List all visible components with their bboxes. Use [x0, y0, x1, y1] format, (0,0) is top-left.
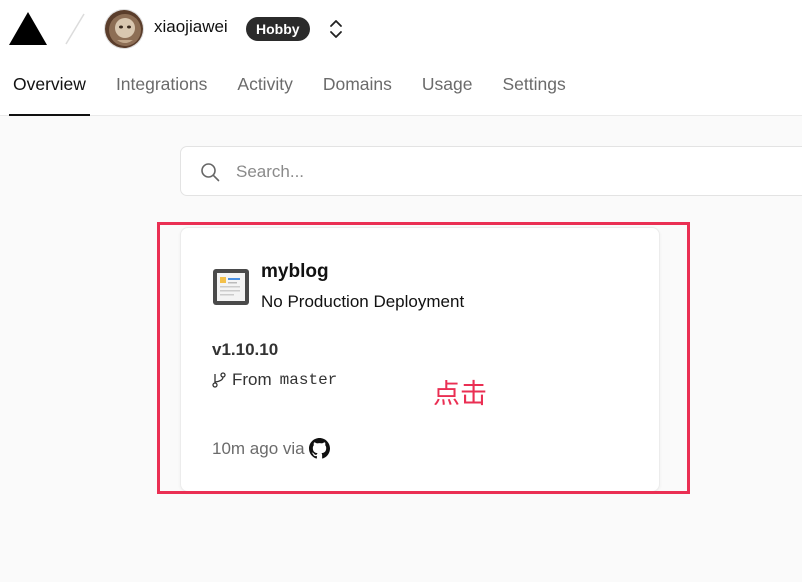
project-thumbnail-icon — [213, 269, 249, 305]
tab-integrations[interactable]: Integrations — [116, 70, 207, 116]
deployment-status: No Production Deployment — [261, 292, 465, 311]
top-bar: xiaojiawei Hobby Overview Integrations A… — [0, 0, 802, 116]
git-branch-icon — [212, 372, 226, 388]
deployment-time: 10m ago via — [212, 438, 305, 458]
plan-badge: Hobby — [246, 17, 310, 41]
tab-settings[interactable]: Settings — [502, 70, 565, 116]
project-name[interactable]: myblog — [261, 261, 329, 283]
deployment-meta: 10m ago via — [212, 438, 330, 459]
branch-info: From master — [212, 370, 337, 390]
branch-prefix: From — [232, 370, 272, 389]
tab-usage[interactable]: Usage — [422, 70, 473, 116]
search-icon — [201, 163, 220, 182]
project-card[interactable]: myblog No Production Deployment v1.10.10… — [180, 227, 660, 492]
breadcrumb-separator — [65, 13, 85, 45]
tab-overview[interactable]: Overview — [9, 70, 90, 116]
avatar[interactable] — [104, 9, 144, 49]
team-name[interactable]: xiaojiawei — [154, 17, 228, 37]
chevron-up-down-icon[interactable] — [328, 16, 344, 42]
tab-activity[interactable]: Activity — [237, 70, 292, 116]
branch-name[interactable]: master — [280, 371, 338, 389]
tab-domains[interactable]: Domains — [323, 70, 392, 116]
commit-message: v1.10.10 — [212, 340, 279, 359]
click-annotation: 点击 — [433, 379, 487, 410]
search-bar[interactable] — [180, 146, 802, 196]
vercel-triangle-icon[interactable] — [9, 12, 47, 45]
search-input[interactable] — [236, 159, 776, 185]
github-icon[interactable] — [308, 438, 330, 459]
tab-bar: Overview Integrations Activity Domains U… — [0, 70, 566, 116]
